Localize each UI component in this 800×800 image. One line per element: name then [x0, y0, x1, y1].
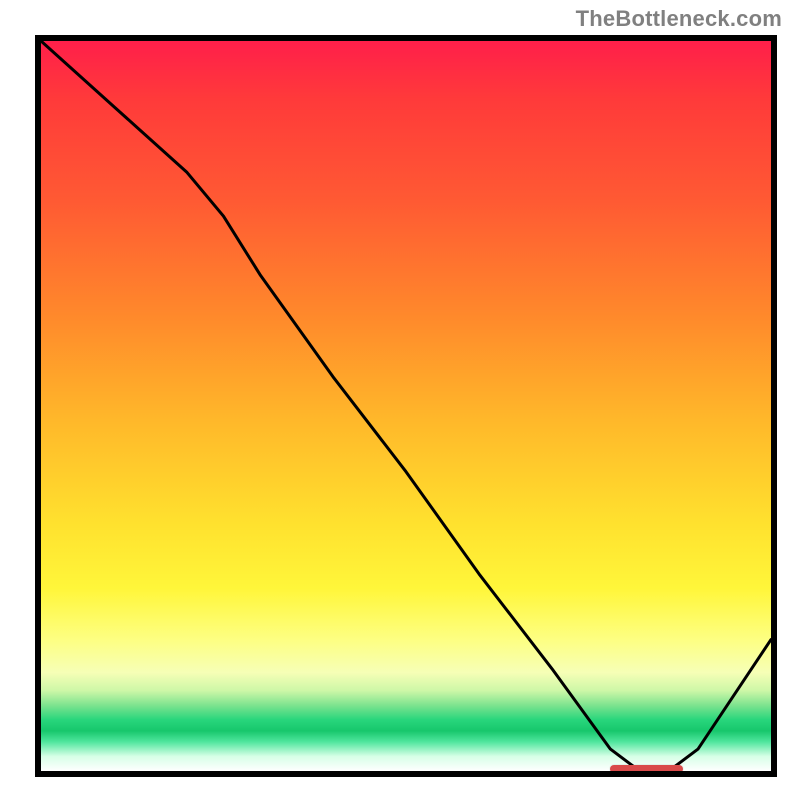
watermark-label: TheBottleneck.com: [576, 6, 782, 32]
bottleneck-curve: [41, 41, 771, 771]
plot-frame: [35, 35, 777, 777]
chart-container: TheBottleneck.com: [0, 0, 800, 800]
optimal-range-marker: [610, 765, 683, 773]
